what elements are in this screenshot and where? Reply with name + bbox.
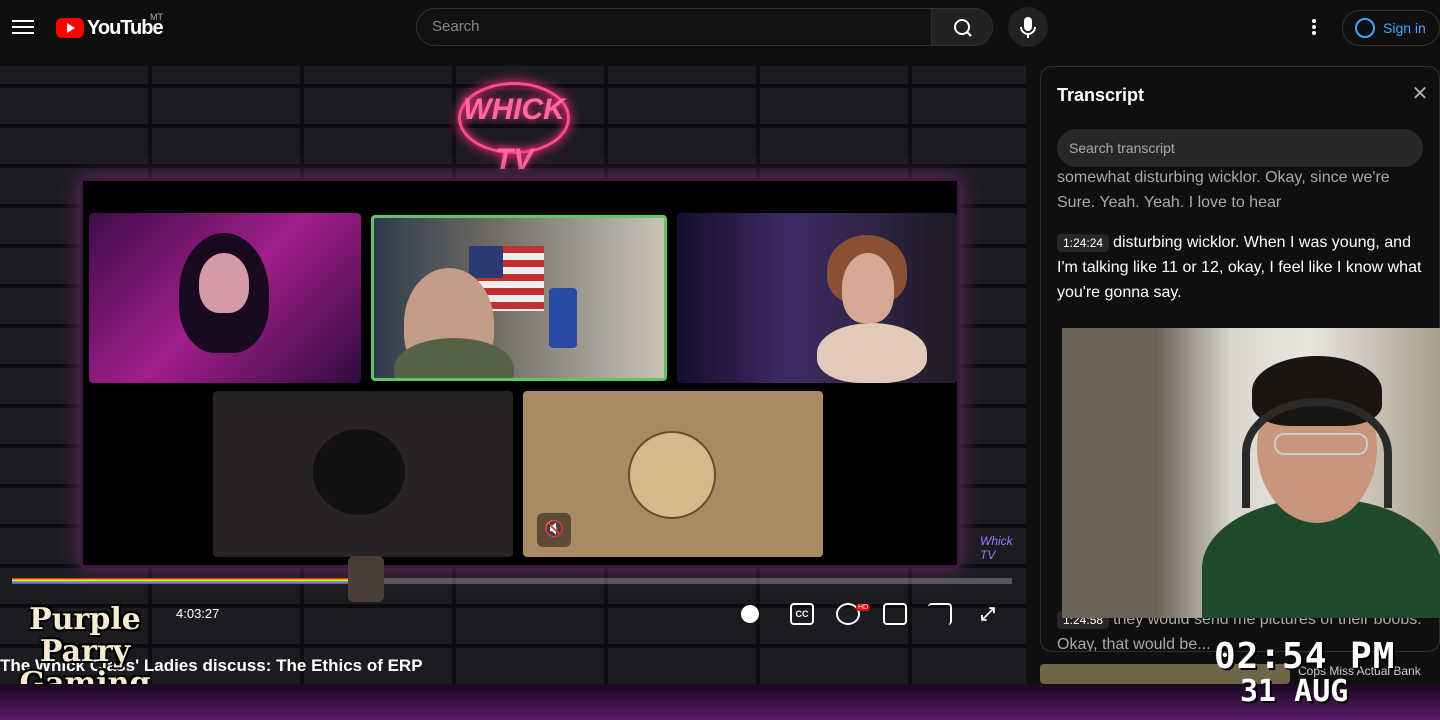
transcript-segment[interactable]: somewhat disturbing wicklor. Okay, since… xyxy=(1057,165,1427,215)
sign-in-label: Sign in xyxy=(1383,20,1426,36)
youtube-play-icon xyxy=(56,18,84,38)
theater-icon[interactable] xyxy=(883,603,907,625)
overlay-clock: 02:54 PM xyxy=(1214,636,1396,677)
participant-face xyxy=(199,253,249,313)
sign-in-button[interactable]: Sign in xyxy=(1342,10,1440,46)
bottom-glow xyxy=(0,684,1440,720)
voice-search-button[interactable] xyxy=(1008,7,1048,47)
search-icon xyxy=(954,19,972,37)
mic-icon xyxy=(1020,17,1036,38)
participant-tile-3 xyxy=(677,213,957,383)
menu-icon[interactable] xyxy=(12,16,34,38)
headset xyxy=(1242,398,1392,508)
progress-bar[interactable] xyxy=(12,578,1012,584)
transcript-search-input[interactable]: Search transcript xyxy=(1057,129,1423,167)
elapsed-time: 4:03:27 xyxy=(176,606,220,621)
top-bar: YouTube MT Search Sign in xyxy=(0,0,1440,56)
segment-text: disturbing wicklor. When I was young, an… xyxy=(1057,234,1422,301)
region-code: MT xyxy=(150,12,163,22)
cast-icon[interactable] xyxy=(928,603,952,625)
segment-text: somewhat disturbing wicklor. Okay, since… xyxy=(1057,169,1390,211)
fullscreen-icon[interactable]: ⤢ xyxy=(976,603,1000,625)
cc-icon[interactable]: CC xyxy=(790,603,814,625)
participant-face xyxy=(842,253,894,323)
participant-tile-1 xyxy=(89,213,361,383)
figurine xyxy=(549,288,577,348)
mic-muted-icon: 🔇 xyxy=(537,513,571,547)
streamer-webcam xyxy=(1062,328,1440,618)
participant-shoulders xyxy=(817,323,927,383)
participant-tile-5: 🔇 xyxy=(523,391,823,557)
scrubber-thumbnail[interactable] xyxy=(348,556,384,602)
account-icon xyxy=(1355,18,1375,38)
youtube-logo[interactable]: YouTube xyxy=(56,15,164,41)
transcript-segment[interactable]: 1:24:24 disturbing wicklor. When I was yo… xyxy=(1057,230,1427,305)
close-icon[interactable]: ✕ xyxy=(1409,83,1431,105)
video-player[interactable]: WHICK TV 🔇 Whick TV xyxy=(0,66,1026,684)
segment-timestamp: 1:24:24 xyxy=(1057,234,1110,252)
hd-badge: HD xyxy=(856,604,871,611)
cat-avatar xyxy=(313,429,405,515)
pause-icon[interactable] xyxy=(741,605,759,623)
neon-logo: WHICK TV xyxy=(458,82,570,176)
participant-tile-2 xyxy=(371,215,667,381)
whick-watermark: Whick TV xyxy=(980,534,1013,562)
transcript-title: Transcript xyxy=(1057,85,1145,105)
search-button[interactable] xyxy=(931,8,993,46)
search-input[interactable]: Search xyxy=(416,8,932,46)
overlay-date: 31 AUG xyxy=(1240,674,1349,709)
more-icon[interactable] xyxy=(1304,17,1324,39)
mustache-avatar xyxy=(628,431,716,519)
progress-fill xyxy=(12,578,352,584)
video-call-grid: 🔇 xyxy=(80,178,960,568)
participant-tile-4 xyxy=(213,391,513,557)
